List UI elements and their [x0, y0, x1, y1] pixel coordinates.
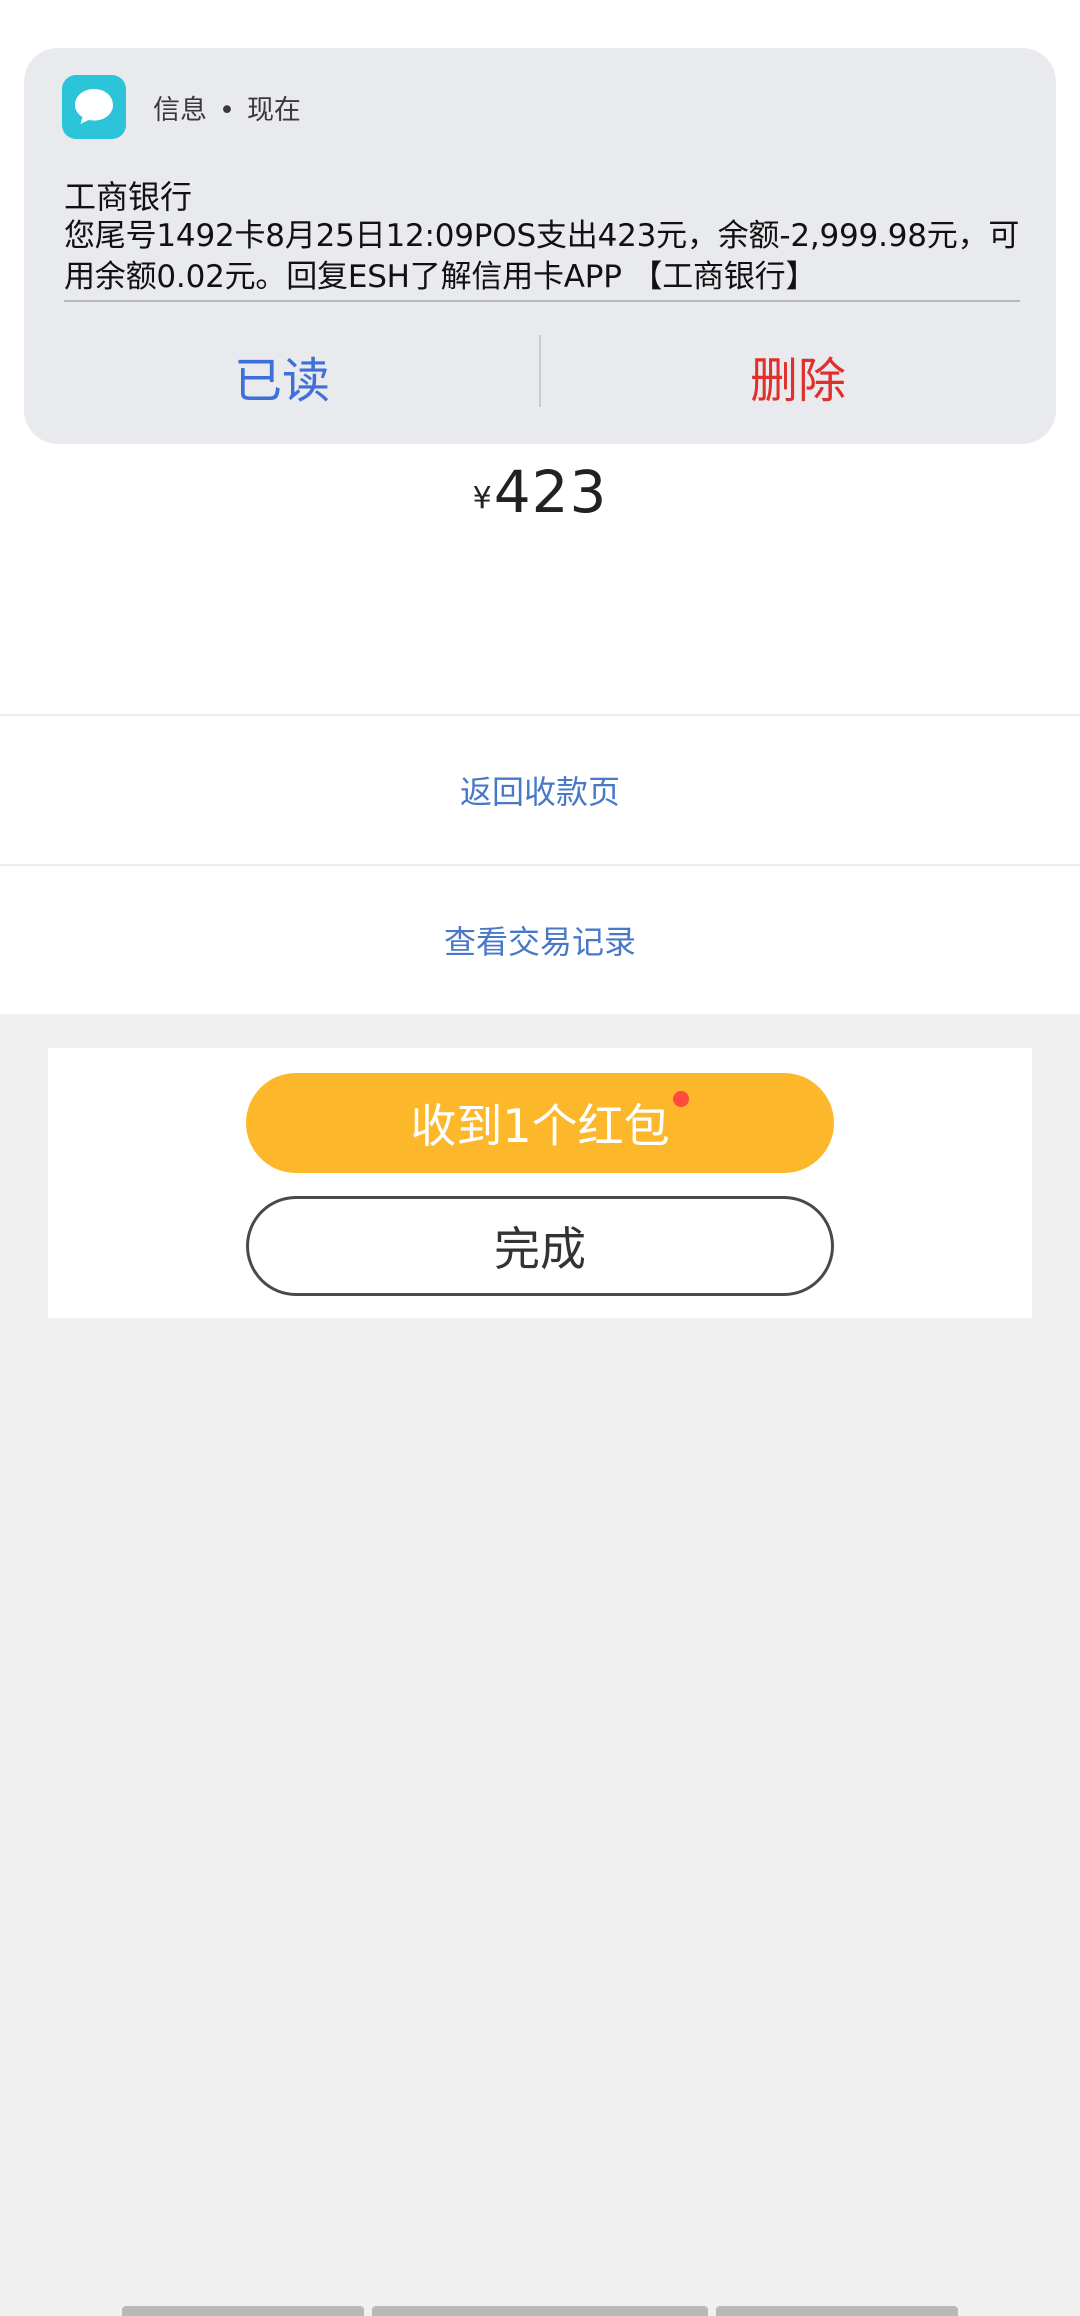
home-indicator-segment: [372, 2306, 708, 2316]
redpack-button[interactable]: 收到1个红包: [246, 1073, 834, 1173]
done-button-label: 完成: [494, 1222, 586, 1276]
notification-separator: •: [219, 95, 235, 126]
view-transactions-link[interactable]: 查看交易记录: [0, 864, 1080, 1014]
home-indicator-segment: [122, 2306, 364, 2316]
action-card: 收到1个红包 完成: [48, 1048, 1032, 1318]
redpack-button-label: 收到1个红包: [410, 1099, 670, 1153]
notification-sender: 工商银行: [64, 178, 193, 216]
view-transactions-label: 查看交易记录: [443, 923, 636, 961]
action-divider: [539, 335, 541, 407]
mark-read-button[interactable]: 已读: [24, 338, 540, 414]
notification-app-name: 信息: [153, 95, 207, 126]
back-to-collection-label: 返回收款页: [459, 773, 620, 811]
currency-symbol: ¥: [472, 481, 492, 516]
sms-notification[interactable]: 信息 • 现在 工商银行 您尾号1492卡8月25日12:09POS支出423元，余…: [24, 48, 1056, 444]
notification-app-line: 信息 • 现在: [153, 88, 301, 127]
back-to-collection-link[interactable]: 返回收款页: [0, 714, 1080, 864]
amount-value: 423: [493, 458, 608, 526]
badge-dot: [673, 1091, 689, 1107]
done-button[interactable]: 完成: [246, 1196, 834, 1296]
notification-time: 现在: [246, 95, 301, 126]
message-bubble-icon: [62, 75, 126, 139]
notification-body: 您尾号1492卡8月25日12:09POS支出423元，余额-2,999.98元…: [64, 216, 1020, 302]
delete-button[interactable]: 删除: [540, 338, 1056, 414]
home-indicator-segment: [716, 2306, 958, 2316]
payment-amount: ¥423: [0, 458, 1080, 526]
